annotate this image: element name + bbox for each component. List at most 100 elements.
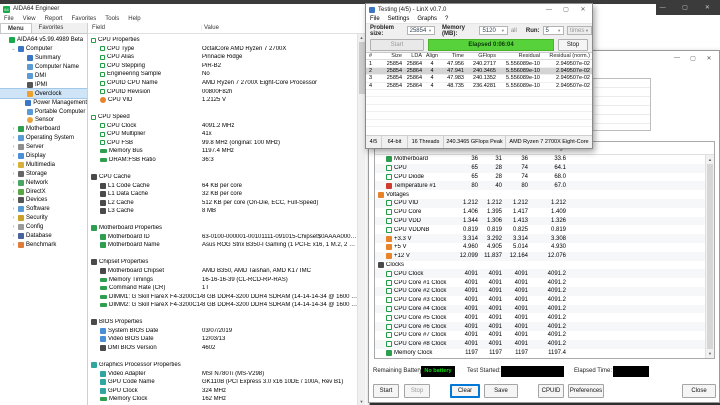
- sensor-row-voltages[interactable]: Voltages: [375, 190, 714, 199]
- close-button[interactable]: Close: [682, 384, 716, 398]
- sidebar-item-network[interactable]: › Network: [0, 178, 87, 187]
- sensor-row-12-v[interactable]: +12 V 12.099 11.837 12.164 12.076: [375, 251, 714, 261]
- sidebar-item-storage[interactable]: › Storage: [0, 169, 87, 178]
- linx-menu-file[interactable]: File: [370, 16, 380, 22]
- field-row[interactable]: CPU Clock 4091.2 MHz: [88, 121, 369, 130]
- field-row[interactable]: CPU Stepping PiR-B2: [88, 62, 369, 71]
- linx-menu-graphs[interactable]: Graphs: [417, 16, 437, 22]
- linx-stop-button[interactable]: Stop: [558, 38, 588, 51]
- sidebar-item-directx[interactable]: › DirectX: [0, 187, 87, 196]
- expand-arrow-icon[interactable]: ›: [11, 180, 16, 186]
- sensor-row-cpu-vid[interactable]: CPU VID 1.212 1.212 1.212 1.212: [375, 198, 714, 208]
- field-row[interactable]: L2 Cache 512 KB per core (On-Die, ECC, Fu…: [88, 198, 369, 207]
- menu-favorites[interactable]: Favorites: [72, 16, 97, 22]
- field-row[interactable]: CPU Multiplier 41x: [88, 130, 369, 139]
- scroll-down-icon[interactable]: ▼: [358, 399, 365, 404]
- field-row[interactable]: Motherboard Properties: [88, 224, 369, 233]
- field-row[interactable]: DIMM1: G Skill FlareX F4-3200C14-8GFX8 G…: [88, 292, 369, 301]
- sidebar-item-computer-name[interactable]: Computer Name: [0, 63, 87, 72]
- sensor-row-cpu-core-6-clock[interactable]: CPU Core #6 Clock 4091 4091 4091 4091.2: [375, 322, 714, 331]
- expand-arrow-icon[interactable]: ›: [11, 206, 16, 212]
- field-row[interactable]: Command Rate (CR) 1T: [88, 284, 369, 293]
- background-maximize-button[interactable]: ▢: [678, 4, 691, 11]
- problem-size-select[interactable]: 25854 ▼: [406, 26, 435, 35]
- stability-close-button[interactable]: ✕: [702, 55, 716, 62]
- field-row[interactable]: CPU Alias Pinnacle Ridge: [88, 53, 369, 62]
- sensor-row-cpu-core-5-clock[interactable]: CPU Core #5 Clock 4091 4091 4091 4091.2: [375, 313, 714, 322]
- field-row[interactable]: L1 Data Cache 32 KB per core: [88, 190, 369, 199]
- sensor-row-cpu[interactable]: CPU 65 28 74 64.1: [375, 163, 714, 173]
- expand-arrow-icon[interactable]: ›: [11, 144, 16, 150]
- sensor-row-cpu-core-7-clock[interactable]: CPU Core #7 Clock 4091 4091 4091 4091.2: [375, 331, 714, 340]
- sidebar-item-security[interactable]: › Security: [0, 214, 87, 223]
- cpuid-button[interactable]: CPUID: [538, 384, 564, 398]
- field-row[interactable]: System BIOS Date 03/07/2019: [88, 327, 369, 336]
- scroll-up-icon[interactable]: ▲: [358, 35, 365, 40]
- clear-button[interactable]: Clear: [450, 384, 480, 398]
- linx-titlebar[interactable]: Testing (4/5) - LinX v0.7.0 — ▢ ✕: [366, 4, 592, 15]
- sidebar-item-devices[interactable]: › Devices: [0, 196, 87, 205]
- field-row[interactable]: CPU FSB 99.8 MHz (original: 100 MHz): [88, 139, 369, 148]
- sidebar-item-ipmi[interactable]: IPMI: [0, 80, 87, 89]
- sidebar-item-summary[interactable]: Summary: [0, 54, 87, 63]
- scroll-up-icon[interactable]: ▲: [706, 157, 714, 162]
- field-row[interactable]: CPU VID 1.2125 V: [88, 96, 369, 105]
- sidebar-item-multimedia[interactable]: › Multimedia: [0, 160, 87, 169]
- menu-file[interactable]: File: [4, 16, 14, 22]
- sensor-row-cpu-core-2-clock[interactable]: CPU Core #2 Clock 4091 4091 4091 4091.2: [375, 286, 714, 296]
- sidebar-item-database[interactable]: › Database: [0, 232, 87, 241]
- field-row[interactable]: L1 Code Cache 64 KB per core: [88, 181, 369, 190]
- sensor-row-cpu-clock[interactable]: CPU Clock 4091 4091 4091 4091.2: [375, 269, 714, 279]
- save-button[interactable]: Save: [484, 384, 518, 398]
- aida64-titlebar[interactable]: 64 AIDA64 Engineer: [0, 4, 369, 14]
- sensor-row-3-3-v[interactable]: +3.3 V 3.314 3.292 3.314 3.308: [375, 234, 714, 243]
- sidebar-item-display[interactable]: › Display: [0, 152, 87, 161]
- field-row[interactable]: DRAM:FSB Ratio 36:3: [88, 156, 369, 165]
- start-button[interactable]: Start: [373, 384, 399, 398]
- menu-help[interactable]: Help: [128, 16, 140, 22]
- sidebar-item-benchmark[interactable]: › Benchmark: [0, 240, 87, 249]
- field-row[interactable]: Video Adapter MSI N780Ti (MS-V298): [88, 369, 369, 378]
- field-row[interactable]: Engineering Sample No: [88, 70, 369, 79]
- scroll-thumb[interactable]: [707, 164, 713, 349]
- sidebar-item-computer[interactable]: ⌄ Computer: [0, 45, 87, 54]
- column-header-field[interactable]: Field: [88, 25, 202, 31]
- linx-close-button[interactable]: ✕: [576, 6, 590, 13]
- field-row[interactable]: CPU Properties: [88, 36, 369, 45]
- all-checkbox-label[interactable]: all: [511, 28, 517, 34]
- field-row[interactable]: Motherboard Name Asus ROG Strix B350-I Ga…: [88, 241, 369, 250]
- tab-menu[interactable]: Menu: [0, 23, 32, 33]
- field-row[interactable]: Chipset Properties: [88, 258, 369, 267]
- sensor-row-motherboard[interactable]: Motherboard 36 31 36 33.6: [375, 155, 714, 164]
- preferences-button[interactable]: Preferences: [568, 384, 604, 398]
- sidebar-item-overclock[interactable]: Overclock: [0, 88, 87, 100]
- field-row[interactable]: Memory Timings 16-16-16-39 (CL-RCD-RP-RAS…: [88, 275, 369, 284]
- linx-minimize-button[interactable]: —: [542, 7, 556, 13]
- sensor-row-cpu-core-1-clock[interactable]: CPU Core #1 Clock 4091 4091 4091 4091.2: [375, 278, 714, 287]
- tab-favorites[interactable]: Favorites: [32, 23, 71, 33]
- expand-arrow-icon[interactable]: ›: [11, 189, 16, 195]
- sidebar-item-aida64-v5-99-4989-beta[interactable]: AIDA64 v5.99.4989 Beta: [0, 36, 87, 45]
- field-row[interactable]: CPUID Revision 00800F82h: [88, 87, 369, 96]
- expand-arrow-icon[interactable]: ›: [11, 242, 16, 248]
- linx-start-button[interactable]: Start: [370, 38, 424, 51]
- sidebar-item-power-management[interactable]: Power Management: [0, 98, 87, 107]
- field-row[interactable]: Memory Clock 162 MHz: [88, 395, 369, 404]
- sensor-row-temperature-1[interactable]: Temperature #1 80 40 80 67.0: [375, 181, 714, 191]
- sensor-row-cpu-core-3-clock[interactable]: CPU Core #3 Clock 4091 4091 4091 4091.2: [375, 296, 714, 305]
- sidebar-item-portable-computer[interactable]: Portable Computer: [0, 107, 87, 116]
- stability-minimize-button[interactable]: —: [670, 55, 684, 61]
- sidebar-item-server[interactable]: › Server: [0, 143, 87, 152]
- field-row[interactable]: CPU Type OctalCore AMD Ryzen 7 2700X: [88, 45, 369, 54]
- linx-result-row[interactable]: 3 25854 25864 4 47.983 240.1352 5.556089e-10 2.…: [366, 75, 592, 83]
- field-row[interactable]: CPUID CPU Name AMD Ryzen 7 2700X Eight-Co…: [88, 79, 369, 88]
- expand-arrow-icon[interactable]: ›: [11, 197, 16, 203]
- sidebar-item-operating-system[interactable]: › Operating System: [0, 134, 87, 143]
- sidebar-item-motherboard[interactable]: › Motherboard: [0, 125, 87, 134]
- linx-result-row[interactable]: 1 25854 25864 4 47.956 240.2717 5.556089e-10 2.…: [366, 60, 592, 68]
- field-row[interactable]: Motherboard Chipset AMD B350, AMD Taishan…: [88, 267, 369, 276]
- field-row[interactable]: DMI BIOS Version 4602: [88, 344, 369, 353]
- expand-arrow-icon[interactable]: ›: [11, 162, 16, 168]
- vertical-scrollbar[interactable]: ▲ ▼: [357, 34, 365, 405]
- sensor-row-cpu-core[interactable]: CPU Core 1.406 1.395 1.417 1.409: [375, 208, 714, 217]
